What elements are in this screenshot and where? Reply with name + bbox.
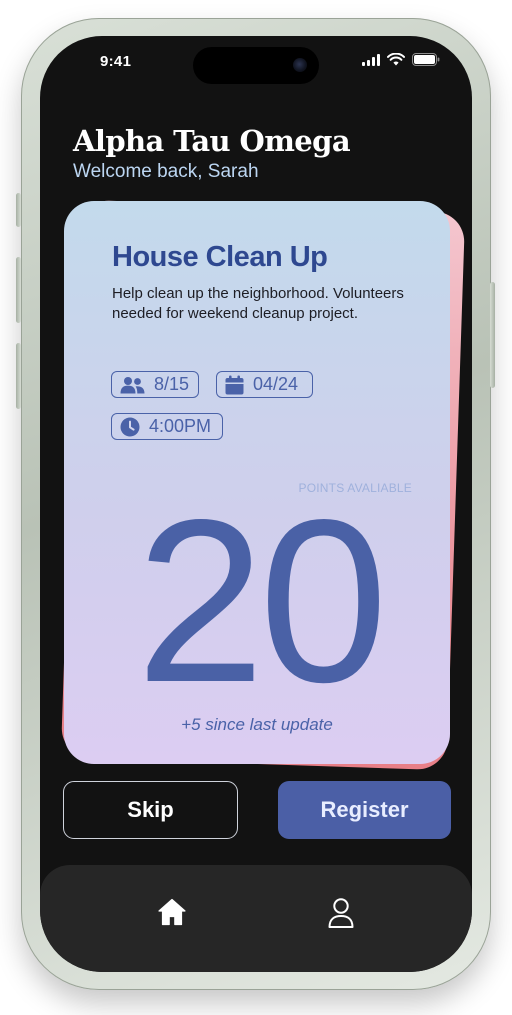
volume-up-button bbox=[16, 257, 21, 323]
event-card[interactable]: House Clean Up Help clean up the neighbo… bbox=[64, 201, 450, 764]
clock-icon bbox=[120, 417, 140, 436]
register-button[interactable]: Register bbox=[278, 781, 451, 839]
event-description: Help clean up the neighborhood. Voluntee… bbox=[112, 285, 404, 322]
volunteers-chip: 8/15 bbox=[111, 371, 199, 398]
calendar-icon bbox=[225, 375, 244, 394]
home-icon[interactable] bbox=[157, 897, 187, 927]
points-value: 20 bbox=[135, 472, 388, 731]
volume-down-button bbox=[16, 343, 21, 409]
screen: 9:41 Alpha Tau Omega Welcome back, Sarah… bbox=[40, 36, 472, 972]
bottom-nav bbox=[40, 865, 472, 972]
power-button bbox=[490, 282, 495, 388]
time-chip: 4:00PM bbox=[111, 413, 223, 440]
battery-icon bbox=[412, 53, 440, 66]
status-time: 9:41 bbox=[100, 53, 132, 70]
people-icon bbox=[120, 376, 145, 393]
volunteers-count: 8/15 bbox=[154, 374, 190, 394]
event-time: 4:00PM bbox=[149, 416, 212, 436]
wifi-icon bbox=[387, 53, 405, 66]
points-delta: +5 since last update bbox=[181, 715, 333, 734]
cellular-signal-icon bbox=[362, 53, 380, 66]
action-button bbox=[16, 193, 21, 227]
welcome-message: Welcome back, Sarah bbox=[73, 161, 259, 182]
status-icons bbox=[362, 53, 440, 66]
camera-icon bbox=[293, 58, 307, 72]
skip-button[interactable]: Skip bbox=[63, 781, 238, 839]
event-date: 04/24 bbox=[253, 374, 299, 394]
organization-title: Alpha Tau Omega bbox=[73, 124, 351, 158]
event-title: House Clean Up bbox=[112, 241, 328, 273]
profile-icon[interactable] bbox=[326, 897, 356, 929]
dynamic-island bbox=[193, 47, 319, 84]
date-chip: 04/24 bbox=[216, 371, 313, 398]
